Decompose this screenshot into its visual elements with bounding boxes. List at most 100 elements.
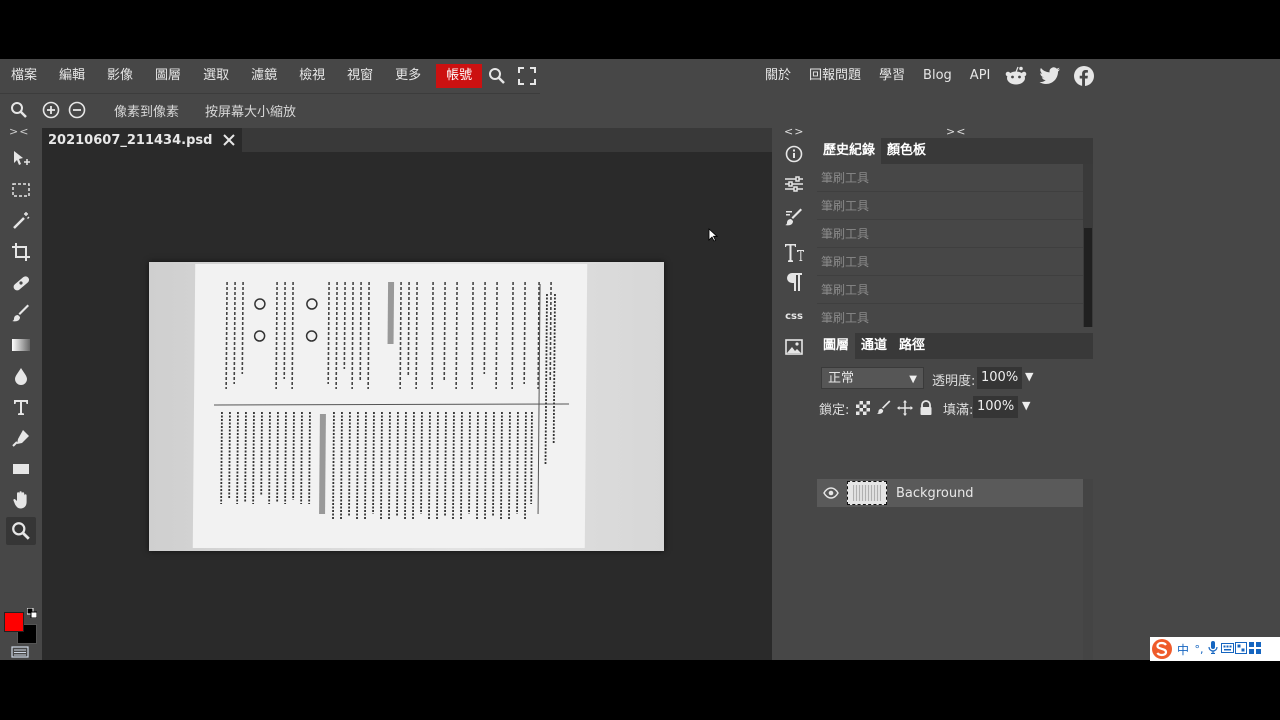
options-bar: 像素到像素 按屏幕大小縮放 bbox=[0, 95, 1280, 125]
zoom-tool-button[interactable] bbox=[6, 517, 36, 545]
brush-tool-icon[interactable] bbox=[6, 300, 36, 328]
foreground-color-swatch[interactable] bbox=[4, 612, 24, 632]
ime-toolbox-icon[interactable] bbox=[1248, 641, 1262, 657]
history-scrollbar-thumb[interactable] bbox=[1084, 228, 1092, 327]
image-canvas[interactable] bbox=[149, 262, 664, 551]
history-item[interactable]: 筆刷工具 bbox=[817, 220, 1083, 248]
history-scrollbar[interactable] bbox=[1083, 164, 1093, 327]
history-item[interactable]: 筆刷工具 bbox=[817, 276, 1083, 304]
twitter-icon[interactable] bbox=[1033, 64, 1067, 88]
fit-screen-button[interactable]: 按屏幕大小縮放 bbox=[205, 101, 296, 120]
opacity-label: 透明度: bbox=[932, 374, 976, 389]
right-panels: >< 歷史紀錄 顏色板 筆刷工具 筆刷工具 筆刷工具 筆刷工具 筆刷工具 筆刷工… bbox=[817, 125, 1093, 660]
opacity-dropdown-icon[interactable]: ▼ bbox=[1025, 370, 1033, 383]
menu-view[interactable]: 檢視 bbox=[288, 64, 336, 88]
menu-select[interactable]: 選取 bbox=[192, 64, 240, 88]
photopea-app: 檔案 編輯 影像 圖層 選取 濾鏡 檢視 視窗 更多 帳號 關於 回報問題 學習… bbox=[0, 59, 1280, 660]
magic-wand-tool-icon[interactable] bbox=[6, 207, 36, 235]
fill-input[interactable]: 100% bbox=[973, 396, 1019, 418]
menu-underline bbox=[0, 93, 540, 94]
pixel-to-pixel-button[interactable]: 像素到像素 bbox=[114, 101, 179, 120]
history-item[interactable]: 筆刷工具 bbox=[817, 192, 1083, 220]
reddit-icon[interactable] bbox=[999, 64, 1033, 88]
lock-pixels-icon[interactable] bbox=[875, 399, 893, 417]
tools-panel: >< bbox=[0, 125, 42, 660]
gradient-tool-icon[interactable] bbox=[6, 331, 36, 359]
default-colors-icon[interactable] bbox=[27, 608, 37, 618]
marquee-tool-icon[interactable] bbox=[6, 176, 36, 204]
info-icon[interactable] bbox=[779, 141, 809, 167]
lock-transparency-icon[interactable] bbox=[854, 399, 872, 417]
fullscreen-icon[interactable] bbox=[512, 64, 542, 88]
menu-layer[interactable]: 圖層 bbox=[144, 64, 192, 88]
skin-icon[interactable] bbox=[1234, 641, 1248, 657]
tab-paths[interactable]: 路徑 bbox=[893, 333, 931, 359]
report-bug-link[interactable]: 回報問題 bbox=[800, 64, 870, 88]
panel-column-toggle[interactable]: <> bbox=[784, 125, 804, 138]
facebook-icon[interactable] bbox=[1067, 64, 1101, 88]
document-tab[interactable]: 20210607_211434.psd bbox=[42, 128, 243, 152]
menu-edit[interactable]: 編輯 bbox=[48, 64, 96, 88]
image-library-icon[interactable] bbox=[779, 334, 809, 360]
api-link[interactable]: API bbox=[961, 64, 1000, 88]
pen-tool-icon[interactable] bbox=[6, 424, 36, 452]
zoom-out-icon[interactable] bbox=[66, 99, 88, 121]
zoom-icon bbox=[12, 522, 30, 540]
zoom-in-icon[interactable] bbox=[40, 99, 62, 121]
keyboard-icon[interactable] bbox=[1220, 642, 1234, 656]
tab-channels[interactable]: 通道 bbox=[855, 333, 893, 359]
healing-brush-tool-icon[interactable] bbox=[6, 269, 36, 297]
fill-dropdown-icon[interactable]: ▼ bbox=[1022, 399, 1030, 412]
microphone-icon[interactable] bbox=[1206, 641, 1220, 657]
tab-history[interactable]: 歷史紀錄 bbox=[817, 138, 882, 164]
hand-tool-icon[interactable] bbox=[6, 486, 36, 514]
paragraph-icon[interactable] bbox=[779, 269, 809, 295]
crop-tool-icon[interactable] bbox=[6, 238, 36, 266]
close-icon[interactable] bbox=[222, 133, 236, 147]
layer-row[interactable]: Background bbox=[817, 479, 1083, 507]
toolbar-collapse-toggle[interactable]: >< bbox=[9, 125, 29, 138]
learn-link[interactable]: 學習 bbox=[870, 64, 914, 88]
opacity-input[interactable]: 100% bbox=[977, 367, 1023, 389]
history-item[interactable]: 筆刷工具 bbox=[817, 248, 1083, 276]
lock-position-icon[interactable] bbox=[896, 399, 914, 417]
eye-icon[interactable] bbox=[817, 479, 845, 507]
character-icon[interactable] bbox=[779, 239, 809, 265]
about-link[interactable]: 關於 bbox=[756, 64, 800, 88]
quick-mask-icon[interactable] bbox=[5, 643, 35, 660]
document-tabs: 20210607_211434.psd bbox=[42, 128, 772, 152]
blend-mode-select[interactable]: 正常 ▼ bbox=[821, 367, 924, 389]
menu-account[interactable]: 帳號 bbox=[436, 64, 483, 88]
ime-punctuation-icon[interactable]: °, bbox=[1192, 643, 1206, 656]
menu-file[interactable]: 檔案 bbox=[0, 64, 48, 88]
search-icon[interactable] bbox=[482, 64, 512, 88]
sogou-logo-icon[interactable] bbox=[1150, 637, 1174, 661]
menu-right-links: 關於 回報問題 學習 Blog API bbox=[756, 64, 1101, 88]
document-paper-image bbox=[192, 264, 588, 548]
history-item[interactable]: 筆刷工具 bbox=[817, 164, 1083, 192]
history-item[interactable]: 筆刷工具 bbox=[817, 304, 1083, 327]
zoom-tool-icon bbox=[8, 99, 30, 121]
layer-thumbnail bbox=[847, 481, 887, 505]
blur-tool-icon[interactable] bbox=[6, 362, 36, 390]
move-tool-icon[interactable] bbox=[6, 145, 36, 173]
adjustments-icon[interactable] bbox=[779, 171, 809, 197]
menu-more[interactable]: 更多 bbox=[384, 64, 432, 88]
lock-all-icon[interactable] bbox=[917, 399, 935, 417]
fill-label: 填滿: bbox=[943, 403, 974, 418]
menu-filter[interactable]: 濾鏡 bbox=[240, 64, 288, 88]
blog-link[interactable]: Blog bbox=[914, 64, 961, 88]
panel-icon-column: <> css bbox=[772, 125, 816, 660]
panels-collapse-toggle[interactable]: >< bbox=[946, 125, 966, 138]
css-panel-icon[interactable]: css bbox=[779, 303, 809, 329]
type-tool-icon[interactable] bbox=[6, 393, 36, 421]
brush-settings-icon[interactable] bbox=[779, 205, 809, 231]
tab-layers[interactable]: 圖層 bbox=[817, 333, 856, 359]
tab-swatches[interactable]: 顏色板 bbox=[881, 138, 932, 164]
rectangle-tool-icon[interactable] bbox=[6, 455, 36, 483]
layers-scrollbar[interactable] bbox=[1083, 479, 1093, 660]
ime-chinese-mode[interactable]: 中 bbox=[1174, 641, 1192, 658]
menu-window[interactable]: 視窗 bbox=[336, 64, 384, 88]
menu-image[interactable]: 影像 bbox=[96, 64, 144, 88]
layers-list: Background bbox=[817, 479, 1083, 660]
